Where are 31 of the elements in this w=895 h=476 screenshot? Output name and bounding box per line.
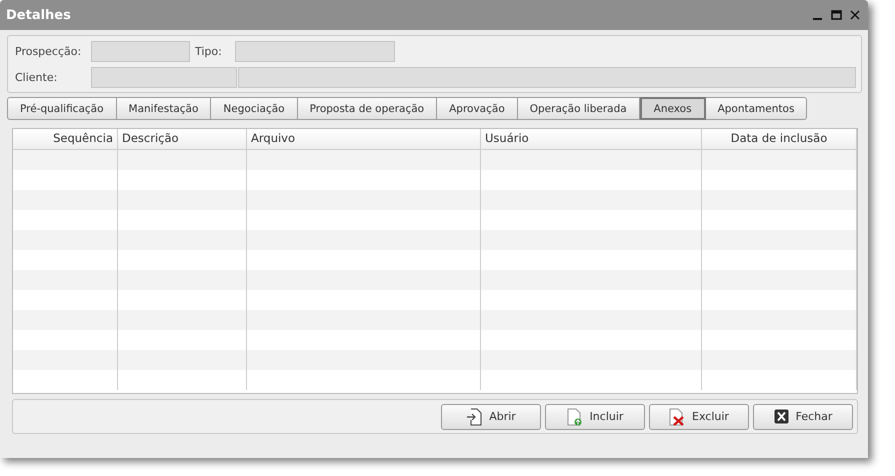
field-label: Cliente:	[15, 70, 58, 84]
tab[interactable]: Proposta de operação	[298, 97, 438, 120]
column-header[interactable]: Arquivo	[247, 129, 481, 149]
maximize-icon[interactable]	[831, 10, 842, 20]
action-button[interactable]: Incluir	[545, 404, 645, 430]
column-header[interactable]: Usuário	[481, 129, 702, 149]
field-label: Tipo:	[194, 44, 223, 58]
input-field[interactable]	[238, 66, 856, 88]
action-button[interactable]: Fechar	[753, 404, 853, 430]
document-arrow-icon	[466, 408, 482, 426]
close-icon[interactable]	[850, 10, 860, 20]
tab[interactable]: Aprovação	[437, 97, 518, 120]
input-field[interactable]	[91, 66, 237, 88]
tab[interactable]: Anexos	[640, 97, 706, 120]
action-button[interactable]: Abrir	[441, 404, 541, 430]
column-header[interactable]: Sequência	[13, 129, 118, 149]
column-header[interactable]: Descrição	[118, 129, 247, 149]
tab[interactable]: Operação liberada	[518, 97, 640, 120]
close-box-icon	[774, 409, 789, 424]
column-header[interactable]: Data de inclusão	[702, 129, 857, 149]
window-title: Detalhes	[6, 8, 71, 22]
input-field[interactable]	[91, 40, 190, 62]
tab[interactable]: Manifestação	[116, 97, 212, 120]
tab[interactable]: Pré-qualificação	[7, 97, 117, 120]
input-field[interactable]	[235, 40, 395, 62]
document-add-icon	[566, 408, 583, 426]
action-button[interactable]: Excluir	[649, 404, 749, 430]
field-label: Prospecção:	[15, 44, 82, 58]
tab[interactable]: Apontamentos	[706, 97, 808, 120]
document-delete-icon	[669, 408, 686, 426]
tab[interactable]: Negociação	[211, 97, 298, 120]
